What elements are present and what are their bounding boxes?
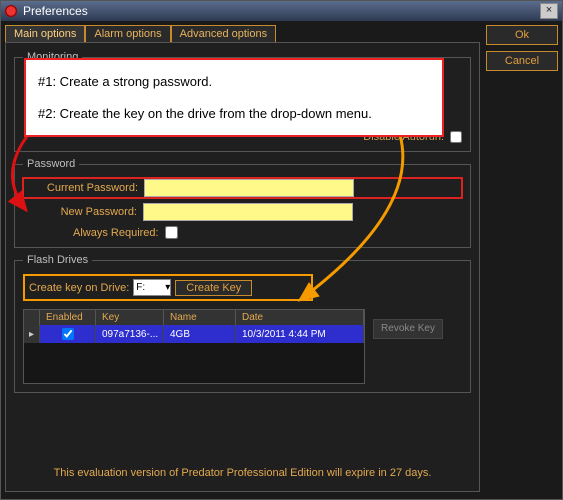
flash-drives-group: Flash Drives Create key on Drive: F: ▾ C… bbox=[14, 254, 471, 393]
tab-main[interactable]: Main options bbox=[5, 25, 85, 42]
current-password-label: Current Password: bbox=[24, 182, 144, 194]
drive-value: F: bbox=[136, 282, 145, 293]
col-key: Key bbox=[96, 310, 164, 325]
current-password-input[interactable] bbox=[144, 179, 354, 197]
flash-drives-legend: Flash Drives bbox=[23, 254, 92, 266]
col-date: Date bbox=[236, 310, 364, 325]
col-enabled: Enabled bbox=[40, 310, 96, 325]
instruction-callout: #1: Create a strong password. #2: Create… bbox=[24, 58, 444, 137]
row-key: 097a7136-... bbox=[96, 325, 164, 343]
ok-button[interactable]: Ok bbox=[486, 25, 558, 45]
tab-advanced[interactable]: Advanced options bbox=[171, 25, 276, 42]
footer-text: This evaluation version of Predator Prof… bbox=[14, 455, 471, 483]
revoke-key-button[interactable]: Revoke Key bbox=[373, 319, 443, 339]
close-icon[interactable]: × bbox=[540, 3, 558, 19]
new-password-label: New Password: bbox=[23, 206, 143, 218]
app-icon bbox=[5, 5, 17, 17]
disable-autorun-checkbox[interactable] bbox=[450, 131, 462, 143]
instruction-1: #1: Create a strong password. bbox=[38, 74, 430, 90]
col-marker bbox=[24, 310, 40, 325]
table-row[interactable]: ▸ 097a7136-... 4GB 10/3/2011 4:44 PM bbox=[24, 325, 364, 343]
drive-select[interactable]: F: ▾ bbox=[133, 279, 171, 296]
row-date: 10/3/2011 4:44 PM bbox=[236, 325, 364, 343]
row-marker-icon: ▸ bbox=[24, 325, 40, 343]
always-required-label: Always Required: bbox=[73, 227, 159, 239]
instruction-2: #2: Create the key on the drive from the… bbox=[38, 106, 430, 122]
password-group: Password Current Password: New Password:… bbox=[14, 158, 471, 248]
create-key-button[interactable]: Create Key bbox=[175, 280, 252, 296]
create-key-label: Create key on Drive: bbox=[29, 282, 129, 294]
window-title: Preferences bbox=[23, 4, 88, 18]
titlebar: Preferences × bbox=[1, 1, 562, 21]
cancel-button[interactable]: Cancel bbox=[486, 51, 558, 71]
chevron-down-icon: ▾ bbox=[165, 282, 170, 293]
key-table: Enabled Key Name Date ▸ 097a7136-... 4GB bbox=[23, 309, 365, 384]
tabs: Main options Alarm options Advanced opti… bbox=[5, 25, 480, 42]
always-required-checkbox[interactable] bbox=[165, 226, 178, 239]
tab-alarm[interactable]: Alarm options bbox=[85, 25, 170, 42]
password-legend: Password bbox=[23, 158, 79, 170]
col-name: Name bbox=[164, 310, 236, 325]
new-password-input[interactable] bbox=[143, 203, 353, 221]
row-enabled-checkbox[interactable] bbox=[62, 328, 74, 340]
row-name: 4GB bbox=[164, 325, 236, 343]
